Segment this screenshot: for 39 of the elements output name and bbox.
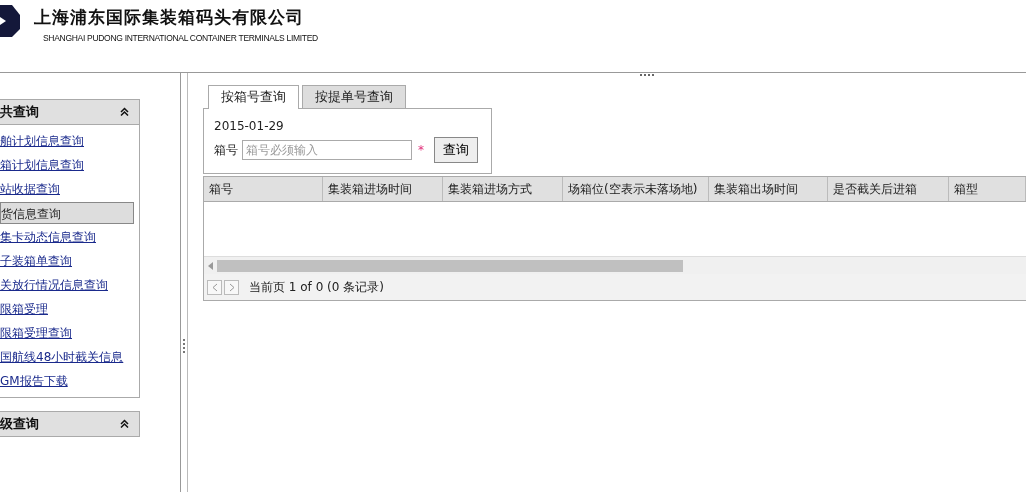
collapse-icon[interactable]	[120, 418, 129, 428]
sidebar-link[interactable]: 站收据查询	[0, 178, 60, 200]
sidebar-link[interactable]: 限箱受理	[0, 298, 48, 320]
column-header: 场箱位(空表示未落场地)	[563, 177, 709, 201]
column-header: 是否截关后进箱	[828, 177, 949, 201]
chevron-left-icon	[211, 282, 218, 292]
required-mark: *	[418, 143, 424, 157]
sidebar-link[interactable]: 货信息查询	[0, 202, 134, 224]
tab[interactable]: 按提单号查询	[302, 85, 406, 108]
horizontal-scrollbar[interactable]	[204, 256, 1026, 274]
section-header[interactable]: 共查询	[0, 99, 140, 125]
chevron-right-icon	[228, 282, 235, 292]
page-status: 当前页 1 of 0 (0 条记录)	[249, 278, 384, 296]
resize-handle-icon[interactable]	[640, 74, 654, 76]
column-header: 箱号	[204, 177, 323, 201]
query-button[interactable]: 查询	[434, 137, 478, 163]
company-name-english: SHANGHAI PUDONG INTERNATIONAL CONTAINER TERMINALS LIMITED	[43, 33, 318, 43]
container-number-field[interactable]: 箱号必须输入	[242, 140, 412, 160]
sidebar-link[interactable]: GM报告下载	[0, 370, 68, 392]
section-header[interactable]: 级查询	[0, 411, 140, 437]
sidebar-link[interactable]: 限箱受理查询	[0, 322, 72, 344]
sidebar-link[interactable]: 子装箱单查询	[0, 250, 72, 272]
sidebar-link[interactable]: 箱计划信息查询	[0, 154, 84, 176]
column-header: 集装箱进场时间	[323, 177, 443, 201]
scroll-left-icon[interactable]	[208, 261, 213, 270]
company-name: 上海浦东国际集装箱码头有限公司	[34, 6, 305, 29]
collapse-icon[interactable]	[120, 106, 129, 116]
splitter-handle-icon[interactable]	[183, 339, 185, 353]
column-header: 集装箱出场时间	[709, 177, 828, 201]
sidebar-link[interactable]: 国航线48小时截关信息	[0, 346, 124, 368]
column-header: 集装箱进场方式	[443, 177, 563, 201]
sidebar-link[interactable]: 关放行情况信息查询	[0, 274, 108, 296]
sidebar-link[interactable]: 舶计划信息查询	[0, 130, 84, 152]
sidebar-link[interactable]: 集卡动态信息查询	[0, 226, 96, 248]
date-label: 2015-01-29	[214, 119, 285, 133]
field-label: 箱号	[214, 141, 238, 159]
tab[interactable]: 按箱号查询	[208, 85, 299, 109]
column-header: 箱型	[949, 177, 1026, 201]
logo-icon	[0, 3, 20, 39]
